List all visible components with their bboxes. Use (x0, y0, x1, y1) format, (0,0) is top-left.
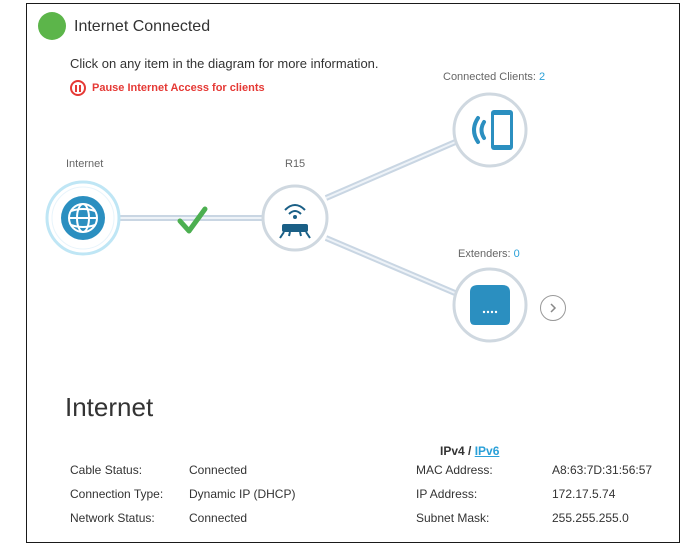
extenders-node[interactable] (452, 267, 528, 343)
mac-address-key: MAC Address: (416, 463, 493, 477)
connection-type-key: Connection Type: (70, 487, 164, 501)
clients-label-text: Connected Clients: (443, 71, 539, 83)
section-title: Internet (65, 392, 154, 422)
network-diagram (45, 92, 528, 343)
connection-type-value: Dynamic IP (DHCP) (189, 487, 296, 501)
ip-address-key: IP Address: (416, 487, 478, 501)
clients-label: Connected Clients: 2 (443, 71, 545, 83)
subnet-mask-key: Subnet Mask: (416, 511, 490, 525)
ip-address-value: 172.17.5.74 (552, 487, 616, 501)
mac-address-value: A8:63:7D:31:56:57 (552, 463, 653, 477)
chevron-right-icon (550, 303, 557, 313)
internet-label: Internet (66, 158, 104, 170)
router-label: R15 (285, 158, 306, 170)
router-node[interactable] (261, 184, 329, 252)
network-status-key: Network Status: (70, 511, 155, 525)
tab-ipv6[interactable]: IPv6 (475, 444, 500, 458)
network-status-value: Connected (189, 511, 248, 525)
globe-icon (68, 203, 98, 233)
next-button[interactable] (540, 295, 566, 321)
cable-status-key: Cable Status: (70, 463, 143, 477)
tab-separator: / (464, 444, 475, 458)
clients-count: 2 (539, 71, 546, 83)
extenders-count: 0 (513, 248, 520, 260)
subnet-mask-value: 255.255.255.0 (552, 511, 629, 525)
ip-version-tabs: IPv4 / IPv6 (440, 444, 499, 458)
extenders-label: Extenders: 0 (458, 248, 520, 260)
internet-node[interactable] (45, 180, 121, 256)
tab-ipv4[interactable]: IPv4 (440, 444, 465, 458)
cable-status-value: Connected (189, 463, 248, 477)
extenders-label-text: Extenders: (458, 248, 514, 260)
clients-node[interactable] (452, 92, 528, 168)
extender-icon (470, 285, 510, 325)
